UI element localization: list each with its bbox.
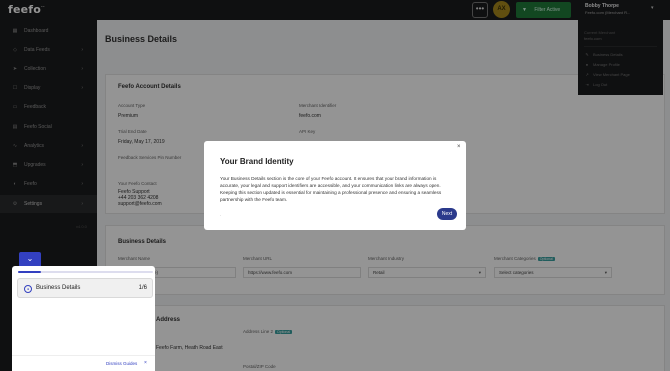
brand-identity-modal: Your Brand Identity × Your Business Deta… (204, 141, 466, 230)
close-icon[interactable]: × (457, 144, 461, 150)
step-status-icon: ● (24, 285, 32, 293)
modal-body: Your Business Details section is the cor… (220, 176, 442, 202)
guide-step-label: Business Details (36, 285, 81, 291)
guide-progress-fill (18, 271, 41, 273)
guide-footer: Dismiss Guides × (12, 355, 155, 371)
next-button[interactable]: Next (437, 208, 457, 220)
guide-panel: ● Business Details 1/6 Dismiss Guides × (12, 266, 155, 371)
dismiss-guides-link[interactable]: Dismiss Guides (106, 361, 137, 366)
guide-step-business-details[interactable]: ● Business Details 1/6 (17, 278, 153, 298)
guide-progress-bar (18, 271, 153, 273)
double-chevron-down-icon: ⌄ (26, 254, 34, 263)
close-icon[interactable]: × (144, 360, 147, 366)
modal-title: Your Brand Identity (220, 157, 294, 166)
guide-step-count: 1/6 (138, 285, 147, 291)
step-indicator: . (220, 212, 222, 217)
